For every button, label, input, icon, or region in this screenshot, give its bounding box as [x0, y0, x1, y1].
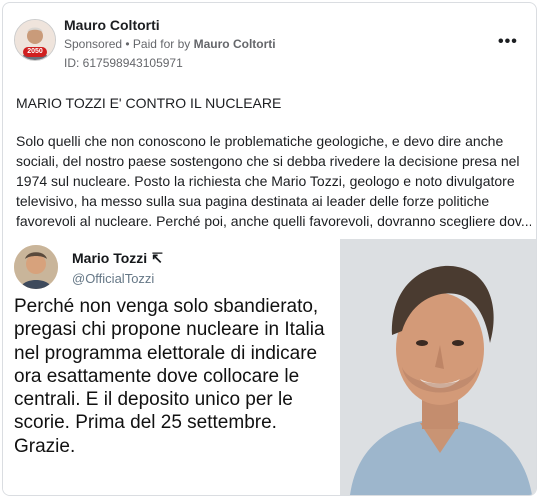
- tweet-text-line: nel programma elettorale di indicare: [14, 342, 318, 364]
- tweet-handle: @OfficialTozzi: [72, 271, 155, 286]
- tweet-text-line: ora esattamente dove collocare le: [14, 365, 300, 387]
- post-body-line[interactable]: favorevoli al nucleare. Perché poi, anch…: [16, 211, 531, 231]
- person-photo-illustration: [340, 239, 536, 495]
- ad-post-card: 2050 Mauro Coltorti Sponsored • Paid for…: [2, 2, 537, 496]
- account-mark-icon: ↸: [151, 250, 163, 266]
- post-body-line: 1974 sul nucleare. Posto la richiesta ch…: [16, 173, 515, 189]
- avatar-badge: 2050: [23, 47, 47, 57]
- more-options-icon[interactable]: •••: [498, 33, 518, 51]
- paid-for-prefix: • Paid for by: [125, 37, 191, 51]
- post-body-line: Solo quelli che non conoscono le problem…: [16, 133, 504, 149]
- post-body-line: televisivo, ha messo sulla sua pagina de…: [16, 193, 490, 209]
- tweet-text-line: Perché non venga solo sbandierato,: [14, 296, 319, 317]
- tweet-author-name: Mario Tozzi ↸: [72, 250, 163, 267]
- sponsored-label: Sponsored: [64, 37, 123, 51]
- ad-media-image[interactable]: Mario Tozzi ↸ @OfficialTozzi Perché non …: [3, 239, 536, 495]
- post-body-line: sociali, del nostro paese sostengono che…: [16, 153, 520, 169]
- advertiser-name[interactable]: Mauro Coltorti: [64, 17, 160, 33]
- tweet-text-line: centrali. E il deposito unico per le: [14, 389, 293, 411]
- post-body: Solo quelli che non conoscono le problem…: [16, 131, 531, 231]
- person-portrait-icon: [14, 245, 58, 289]
- tweet-avatar: [14, 245, 58, 289]
- tweet-author-name-text: Mario Tozzi: [72, 250, 148, 266]
- post-headline: MARIO TOZZI E' CONTRO IL NUCLEARE: [16, 95, 282, 111]
- person-photo: [340, 239, 536, 495]
- tweet-text-line: scorie. Prima del 25 settembre.: [14, 412, 277, 434]
- tweet-text-line: pregasi chi propone nucleare in Italia: [14, 319, 325, 341]
- tweet-text: Perché non venga solo sbandierato, prega…: [14, 295, 344, 458]
- paid-by-name[interactable]: Mauro Coltorti: [194, 37, 276, 51]
- sponsored-line: Sponsored • Paid for by Mauro Coltorti: [64, 37, 276, 51]
- advertiser-avatar[interactable]: 2050: [14, 19, 56, 61]
- tweet-text-line: Grazie.: [14, 435, 76, 457]
- ad-id: ID: 617598943105971: [64, 56, 183, 70]
